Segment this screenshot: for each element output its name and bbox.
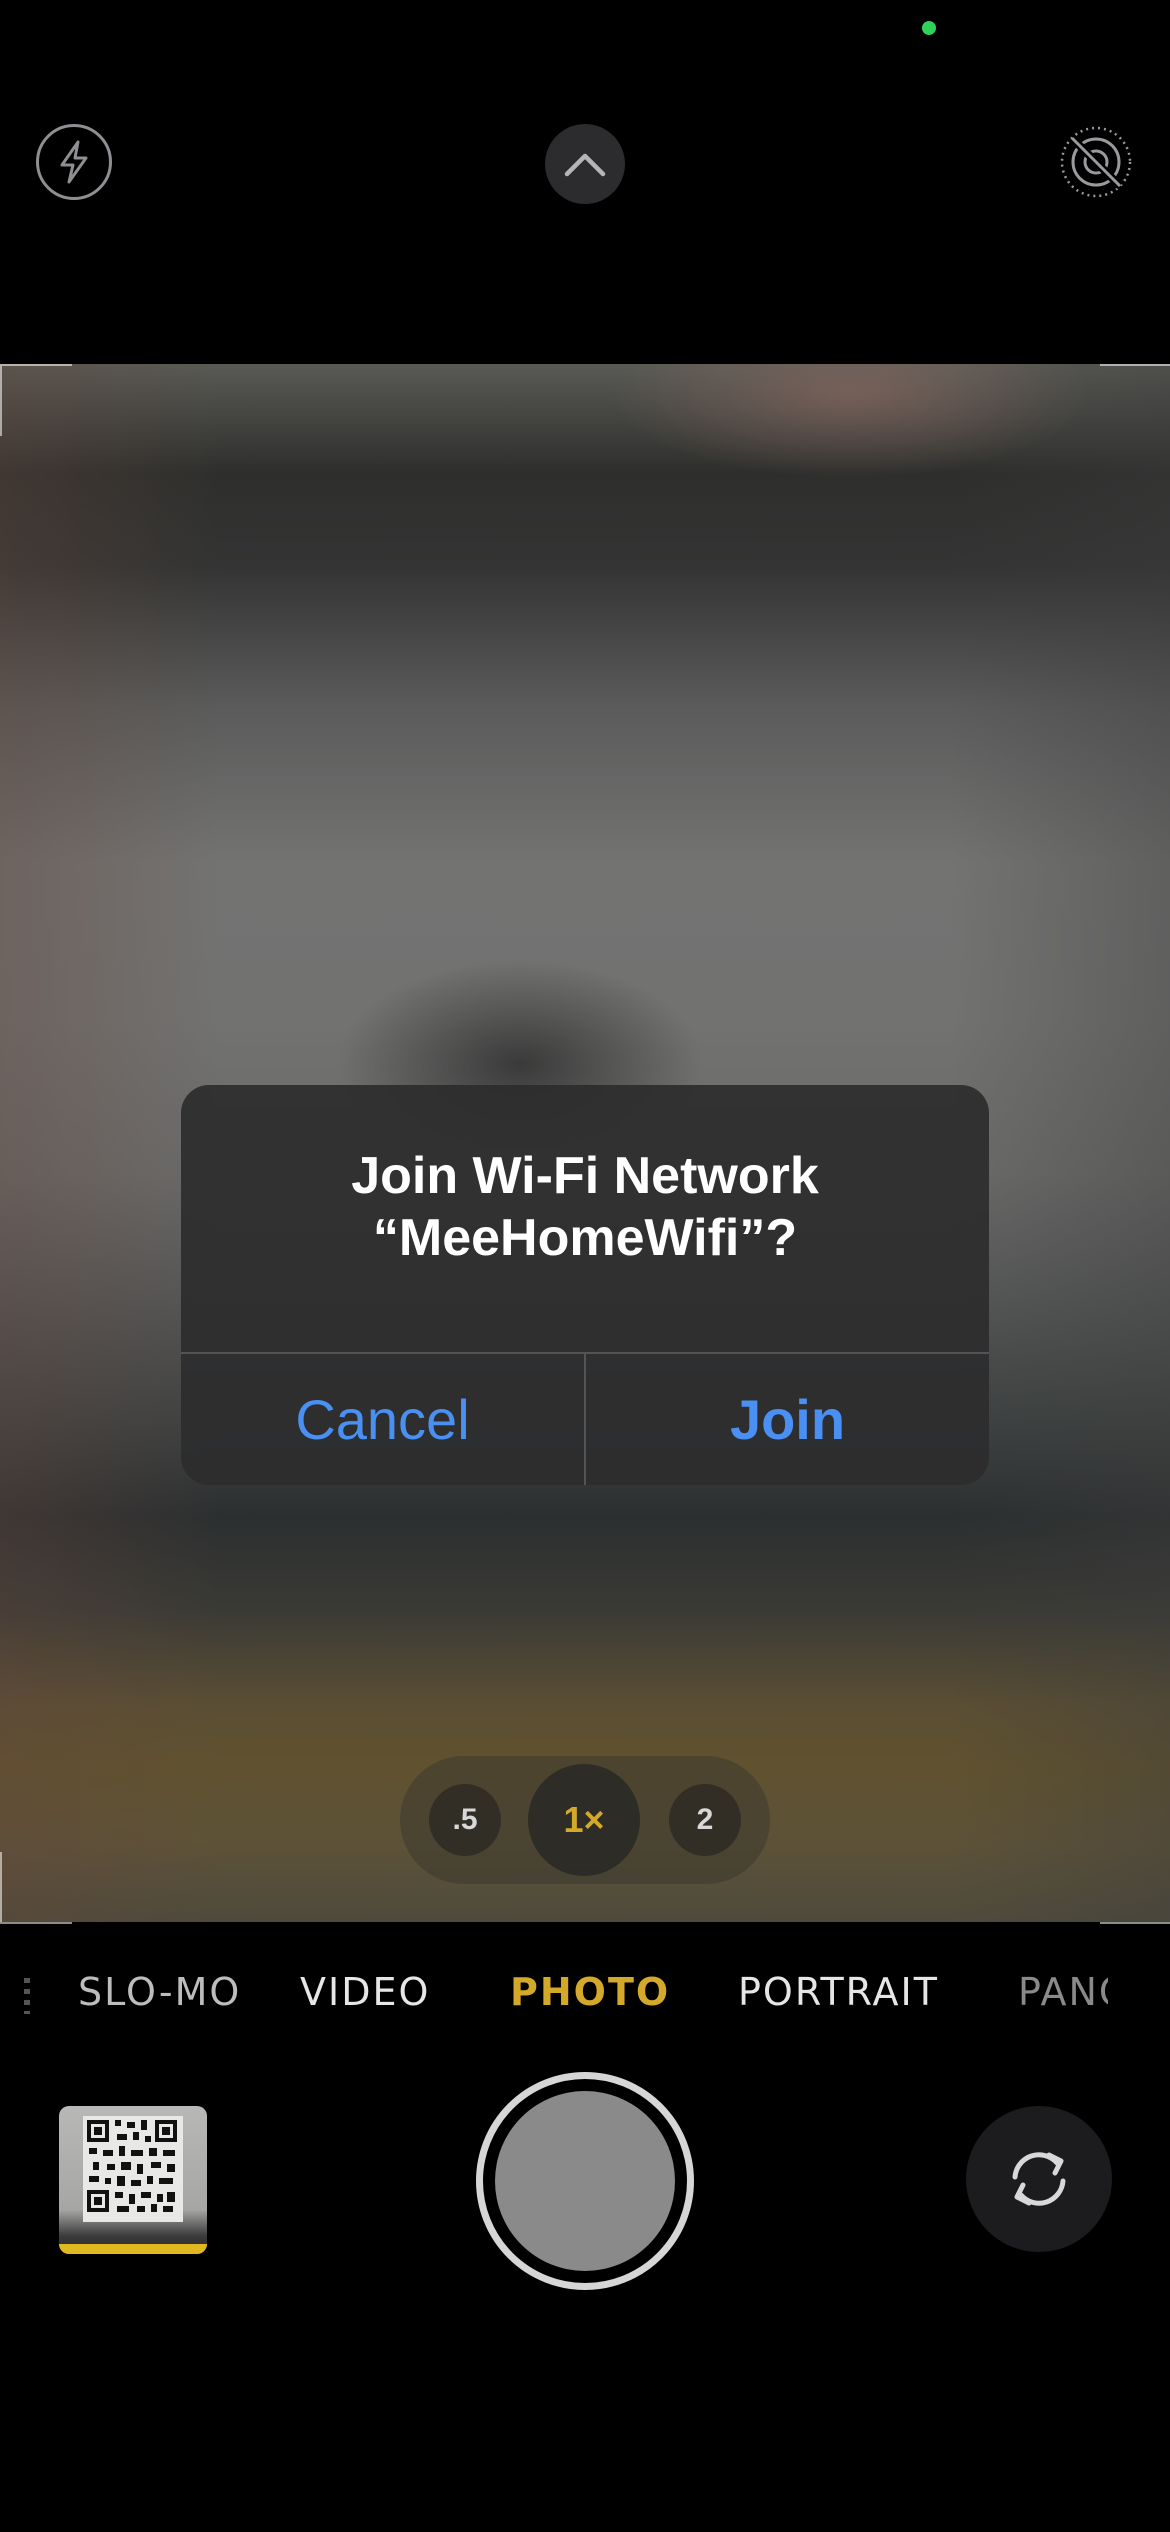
mode-pano[interactable]: PANO (1018, 1970, 1108, 2020)
expand-controls-button[interactable] (545, 124, 625, 204)
join-button[interactable]: Join (586, 1354, 989, 1485)
flip-camera-button[interactable] (966, 2106, 1112, 2252)
frame-corner-top-right (1100, 364, 1170, 436)
zoom-selector: .5 1× 2 (400, 1756, 770, 1884)
zoom-2x-button[interactable]: 2 (669, 1784, 741, 1856)
frame-corner-bottom-left (0, 1852, 72, 1924)
qr-code-photo-thumbnail (83, 2116, 183, 2222)
mode-portrait[interactable]: PORTRAIT (738, 1970, 939, 2020)
camera-flip-icon (1012, 2152, 1066, 2206)
frame-corner-bottom-right (1100, 1852, 1170, 1924)
flash-button[interactable] (36, 124, 112, 200)
mode-scroll-edge (24, 1978, 30, 2014)
join-wifi-alert: Join Wi-Fi Network “MeeHomeWifi”? Cancel… (181, 1085, 989, 1485)
frame-corner-top-left (0, 364, 72, 436)
mode-slo-mo[interactable]: SLO-MO (78, 1970, 241, 2020)
camera-in-use-indicator (922, 21, 936, 35)
shutter-button[interactable] (476, 2072, 694, 2290)
mode-video[interactable]: VIDEO (300, 1970, 430, 2020)
shutter-button-inner (495, 2091, 675, 2271)
cancel-button[interactable]: Cancel (181, 1354, 584, 1485)
live-photo-off-icon (1060, 126, 1132, 198)
bolt-icon (60, 140, 88, 184)
alert-title-line-1: Join Wi-Fi Network (351, 1147, 819, 1205)
mode-photo[interactable]: PHOTO (510, 1970, 670, 2020)
alert-title-line-2: “MeeHomeWifi”? (372, 1209, 798, 1267)
zoom-0.5x-button[interactable]: .5 (429, 1784, 501, 1856)
live-photo-button[interactable] (1058, 124, 1134, 200)
thumbnail-label-strip (59, 2244, 207, 2254)
chevron-up-icon (564, 153, 606, 177)
zoom-1x-button[interactable]: 1× (528, 1764, 640, 1876)
alert-title: Join Wi-Fi Network “MeeHomeWifi”? (181, 1145, 989, 1269)
last-photo-thumbnail[interactable] (59, 2106, 207, 2254)
